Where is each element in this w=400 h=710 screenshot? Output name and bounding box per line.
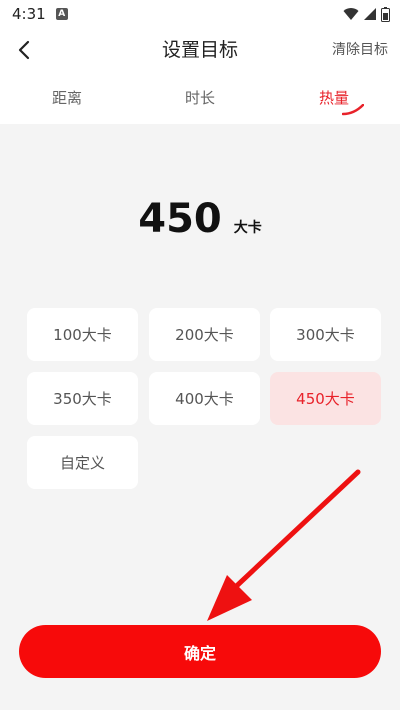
option-350[interactable]: 350大卡	[27, 372, 138, 425]
wifi-icon	[343, 8, 359, 20]
option-100[interactable]: 100大卡	[27, 308, 138, 361]
content-area: 450 大卡 100大卡 200大卡 300大卡 350大卡 400大卡 450…	[0, 124, 400, 710]
tab-duration[interactable]: 时长	[160, 80, 240, 116]
tab-bar: 距离 时长 热量	[0, 80, 400, 120]
status-bar: 4:31 A	[0, 0, 400, 28]
tab-calories[interactable]: 热量	[294, 80, 374, 116]
tab-distance[interactable]: 距离	[27, 80, 107, 116]
goal-display: 450 大卡	[0, 196, 400, 242]
goal-unit: 大卡	[233, 220, 262, 236]
confirm-button[interactable]: 确定	[19, 625, 381, 678]
back-button[interactable]	[10, 36, 38, 64]
option-200[interactable]: 200大卡	[149, 308, 260, 361]
notification-a-icon: A	[55, 8, 68, 20]
option-300[interactable]: 300大卡	[270, 308, 381, 361]
battery-icon	[381, 6, 390, 22]
goal-number: 450	[138, 196, 222, 242]
option-custom[interactable]: 自定义	[27, 436, 138, 489]
status-icons	[343, 6, 390, 22]
chevron-left-icon	[18, 40, 30, 60]
option-400[interactable]: 400大卡	[149, 372, 260, 425]
active-tab-indicator	[342, 104, 364, 116]
status-left: 4:31 A	[12, 5, 68, 23]
clear-goal-button[interactable]: 清除目标	[332, 28, 388, 72]
status-time: 4:31	[12, 5, 46, 23]
app-header: 设置目标 清除目标	[0, 28, 400, 72]
cell-signal-icon	[364, 8, 376, 20]
option-450[interactable]: 450大卡	[270, 372, 381, 425]
